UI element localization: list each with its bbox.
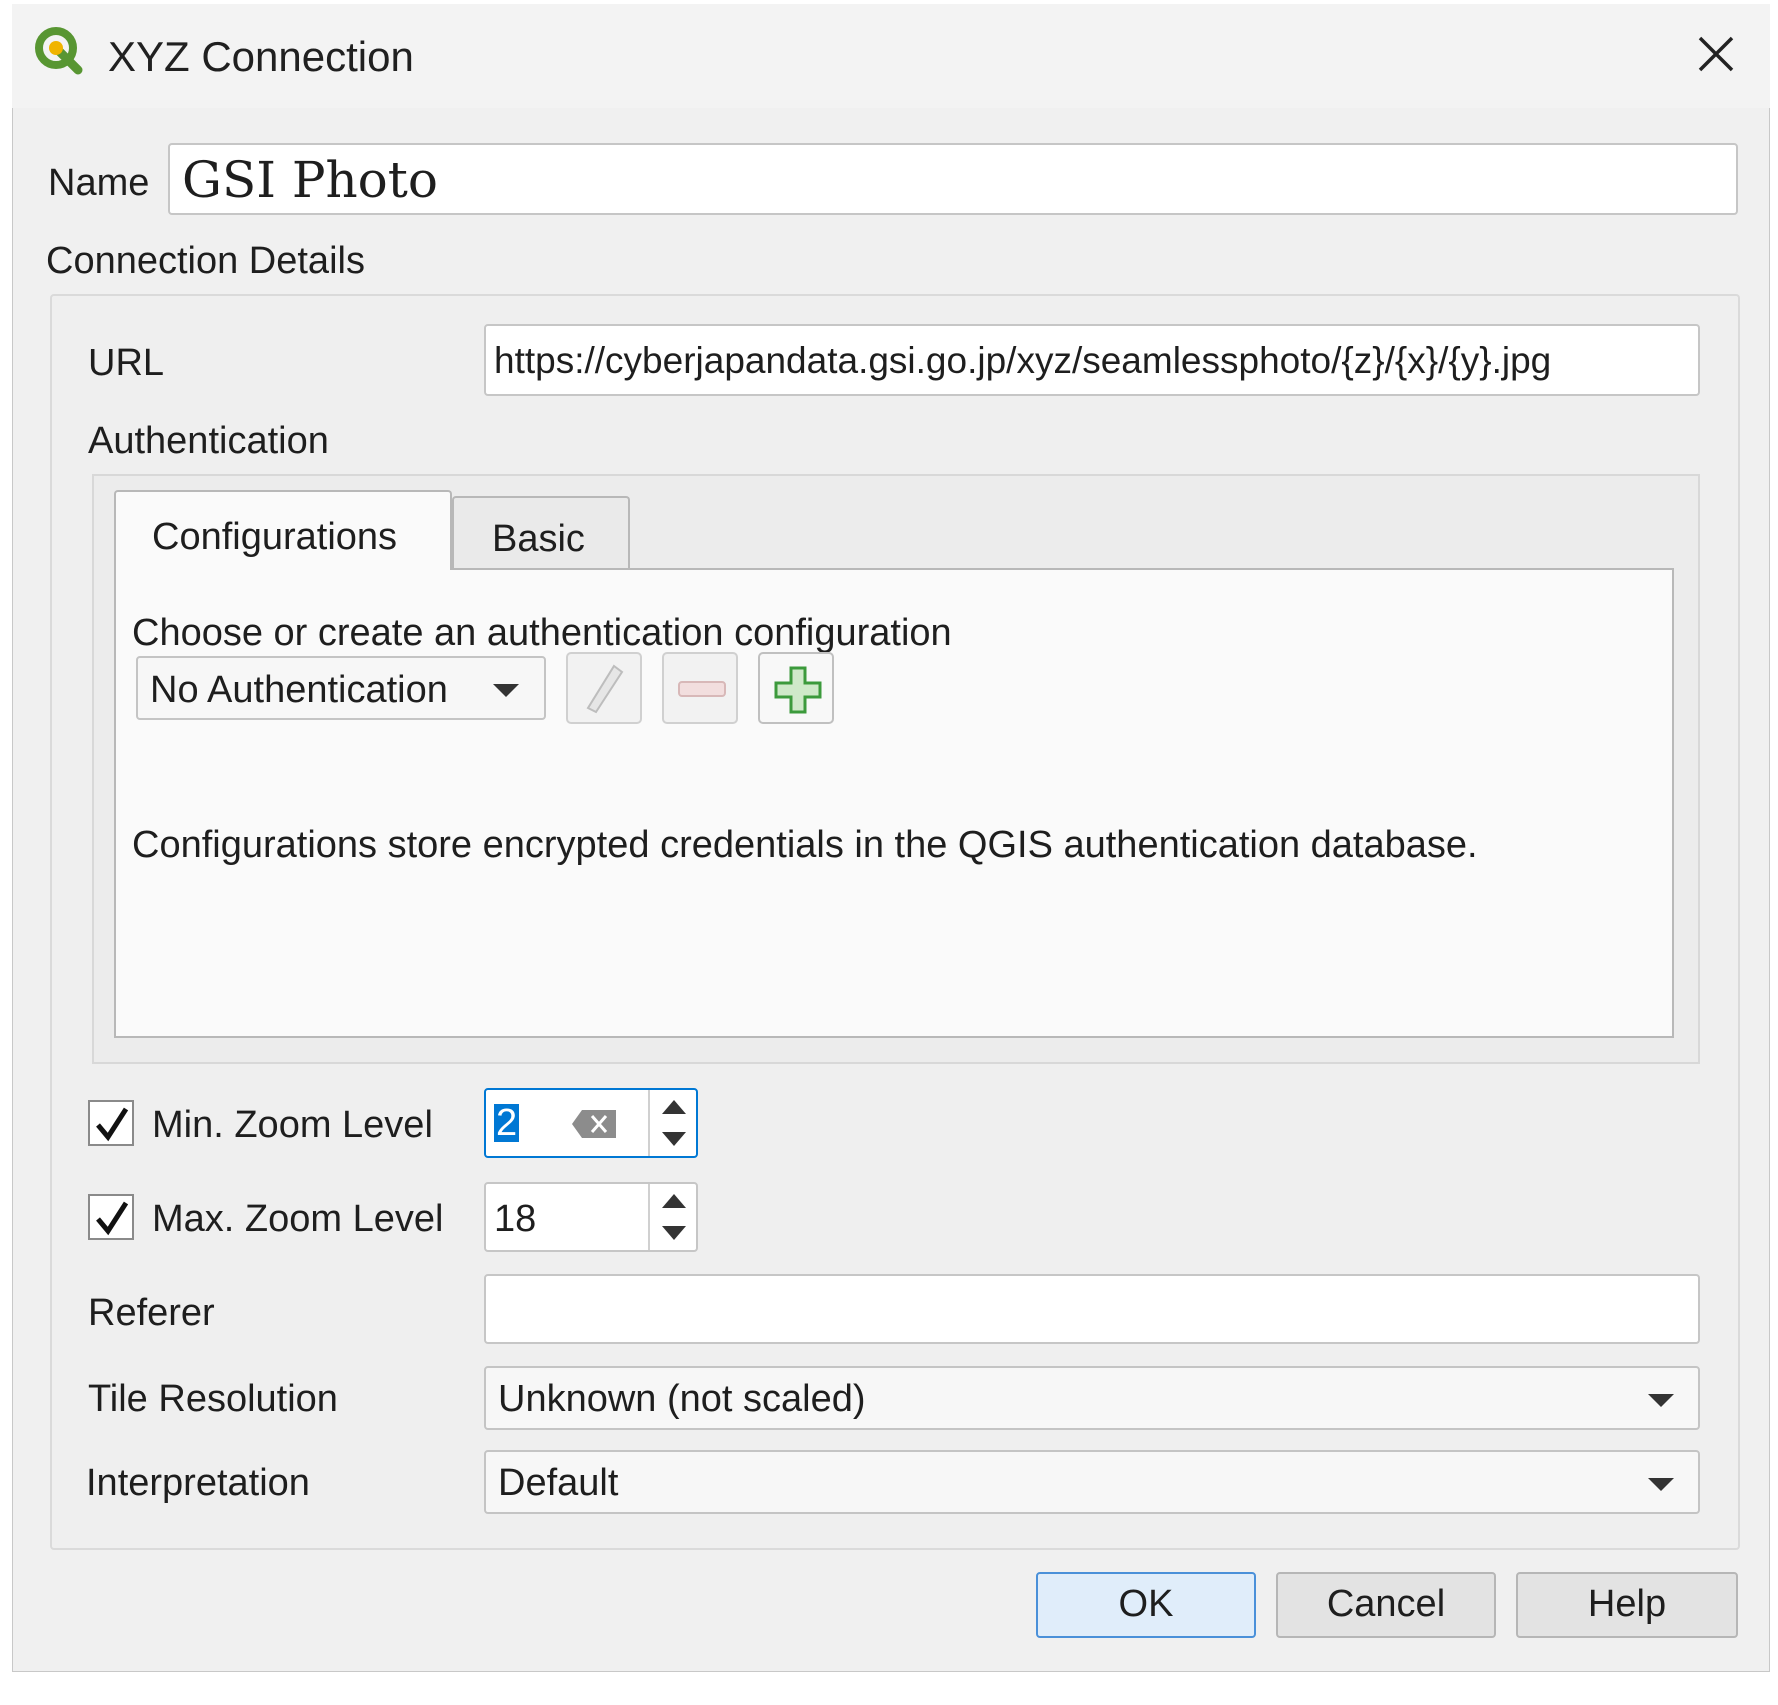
url-input[interactable]: https://cyberjapandata.gsi.go.jp/xyz/sea… [484,324,1700,396]
tab-basic-label: Basic [492,518,585,560]
cancel-button[interactable]: Cancel [1276,1572,1496,1638]
checkmark-icon [96,1201,129,1236]
help-button[interactable]: Help [1516,1572,1738,1638]
clear-icon[interactable] [570,1106,620,1142]
minus-icon [678,681,726,697]
tile-resolution-value: Unknown (not scaled) [498,1378,866,1420]
spin-up-icon[interactable] [660,1192,688,1210]
referer-input[interactable] [484,1274,1700,1344]
max-zoom-checkbox[interactable] [88,1194,134,1240]
interpretation-select[interactable]: Default [484,1450,1700,1514]
tab-configurations-label: Configurations [152,516,398,558]
name-label: Name [48,162,150,204]
tab-configurations[interactable]: Configurations [114,490,452,570]
edit-config-button[interactable] [566,652,642,724]
qgis-logo-icon [35,27,83,75]
interpretation-label: Interpretation [86,1462,310,1504]
min-zoom-spinbox[interactable]: 2 [484,1088,698,1158]
max-zoom-spin-arrows [648,1184,696,1250]
checkmark-icon [96,1107,129,1142]
spin-down-icon[interactable] [660,1224,688,1242]
auth-prompt: Choose or create an authentication confi… [132,612,952,654]
url-value: https://cyberjapandata.gsi.go.jp/xyz/sea… [494,340,1552,381]
plus-icon [774,666,822,714]
name-value: GSI Photo [182,151,438,209]
min-zoom-spin-arrows [648,1090,696,1156]
connection-details-heading: Connection Details [46,240,365,282]
spin-up-icon[interactable] [660,1098,688,1116]
url-label: URL [88,342,165,384]
auth-config-selected: No Authentication [150,669,448,711]
configurations-panel: Choose or create an authentication confi… [114,568,1674,1038]
chevron-down-icon [493,684,519,697]
name-input[interactable]: GSI Photo [168,143,1738,215]
interpretation-value: Default [498,1462,619,1504]
min-zoom-label: Min. Zoom Level [152,1104,433,1146]
max-zoom-value: 18 [494,1198,537,1240]
tile-resolution-select[interactable]: Unknown (not scaled) [484,1366,1700,1430]
min-zoom-checkbox[interactable] [88,1100,134,1146]
spin-down-icon[interactable] [660,1130,688,1148]
add-config-button[interactable] [758,652,834,724]
chevron-down-icon [1648,1394,1674,1407]
auth-info-text: Configurations store encrypted credentia… [132,824,1478,866]
remove-config-button[interactable] [662,652,738,724]
pencil-icon [586,664,624,714]
referer-label: Referer [88,1292,215,1334]
window-title: XYZ Connection [108,33,414,80]
tab-basic[interactable]: Basic [452,496,630,568]
max-zoom-label: Max. Zoom Level [152,1198,444,1240]
tile-resolution-label: Tile Resolution [88,1378,338,1420]
close-icon[interactable] [1686,24,1746,84]
chevron-down-icon [1648,1478,1674,1491]
auth-config-select[interactable]: No Authentication [136,656,546,720]
ok-button[interactable]: OK [1036,1572,1256,1638]
authentication-label: Authentication [88,420,329,462]
max-zoom-spinbox[interactable]: 18 [484,1182,698,1252]
min-zoom-value: 2 [494,1102,520,1144]
